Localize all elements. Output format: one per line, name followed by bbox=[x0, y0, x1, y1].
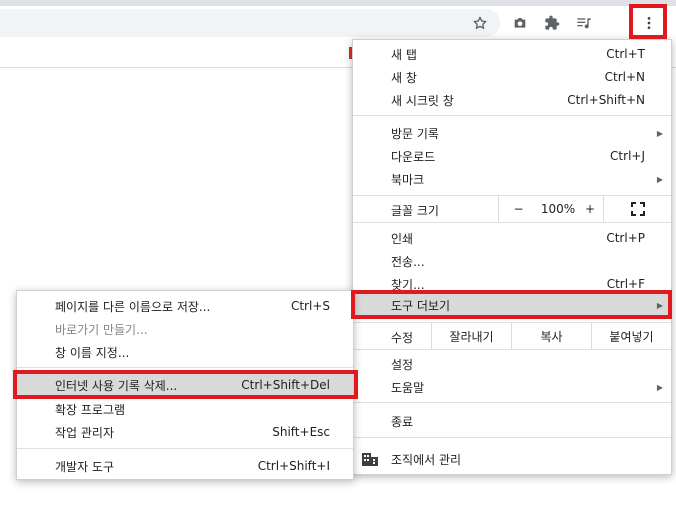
zoom-in-button[interactable]: + bbox=[578, 196, 602, 222]
menu-item-label: 새 시크릿 창 bbox=[391, 93, 454, 108]
menu-separator bbox=[353, 115, 671, 116]
menu-item-label: 페이지를 다른 이름으로 저장... bbox=[55, 299, 211, 314]
menu-item-label: 찾기... bbox=[391, 277, 425, 292]
menu-item-shortcut: Ctrl+T bbox=[606, 47, 645, 61]
menu-item-find[interactable]: 찾기... Ctrl+F bbox=[353, 273, 671, 295]
menu-item-label: 다운로드 bbox=[391, 149, 436, 164]
more-tools-submenu: 페이지를 다른 이름으로 저장... Ctrl+S 바로가기 만들기... 창 … bbox=[16, 290, 354, 480]
menu-item-label: 작업 관리자 bbox=[55, 425, 115, 440]
edit-label: 수정 bbox=[391, 331, 414, 345]
menu-item-shortcut: Shift+Esc bbox=[272, 425, 330, 439]
menu-separator bbox=[17, 448, 353, 449]
menu-item-shortcut: Ctrl+N bbox=[604, 70, 645, 84]
submenu-arrow-icon: ▶ bbox=[656, 300, 663, 310]
menu-item-bookmarks[interactable]: 북마크 ▶ bbox=[353, 168, 671, 190]
menu-item-task-manager[interactable]: 작업 관리자 Shift+Esc bbox=[17, 421, 353, 443]
menu-item-downloads[interactable]: 다운로드 Ctrl+J bbox=[353, 145, 671, 167]
menu-item-help[interactable]: 도움말 ▶ bbox=[353, 376, 671, 398]
menu-separator bbox=[353, 349, 671, 350]
menu-item-label: 확장 프로그램 bbox=[55, 402, 126, 417]
menu-item-label: 도구 더보기 bbox=[391, 298, 451, 313]
menu-item-label: 창 이름 지정... bbox=[55, 345, 130, 360]
menu-item-label: 인터넷 사용 기록 삭제... bbox=[55, 378, 178, 393]
menu-item-label: 개발자 도구 bbox=[55, 459, 115, 474]
menu-item-new-window[interactable]: 새 창 Ctrl+N bbox=[353, 66, 671, 88]
submenu-arrow-icon: ▶ bbox=[656, 128, 663, 138]
menu-item-label: 종료 bbox=[391, 414, 414, 429]
menu-item-label: 바로가기 만들기... bbox=[55, 322, 148, 337]
menu-item-clear-browsing-data[interactable]: 인터넷 사용 기록 삭제... Ctrl+Shift+Del bbox=[17, 374, 353, 396]
menu-item-label: 전송... bbox=[391, 254, 425, 269]
menu-item-new-tab[interactable]: 새 탭 Ctrl+T bbox=[353, 43, 671, 65]
menu-item-label: 북마크 bbox=[391, 172, 425, 187]
menu-item-label: 설정 bbox=[391, 357, 414, 372]
address-bar[interactable] bbox=[0, 9, 500, 37]
menu-item-cast[interactable]: 전송... bbox=[353, 250, 671, 272]
menu-item-label: 새 탭 bbox=[391, 47, 417, 62]
menu-item-shortcut: Ctrl+J bbox=[610, 149, 645, 163]
menu-item-shortcut: Ctrl+Shift+Del bbox=[241, 378, 330, 392]
menu-item-label: 인쇄 bbox=[391, 231, 414, 246]
menu-item-shortcut: Ctrl+S bbox=[290, 299, 330, 313]
chrome-main-menu: 새 탭 Ctrl+T 새 창 Ctrl+N 새 시크릿 창 Ctrl+Shift… bbox=[352, 39, 672, 475]
fullscreen-icon bbox=[630, 202, 645, 216]
menu-item-shortcut: Ctrl+F bbox=[606, 277, 645, 291]
zoom-label: 글꼴 크기 bbox=[391, 204, 439, 218]
menu-item-create-shortcut[interactable]: 바로가기 만들기... bbox=[17, 318, 353, 340]
menu-item-exit[interactable]: 종료 bbox=[353, 410, 671, 432]
menu-item-shortcut: Ctrl+Shift+I bbox=[257, 459, 330, 473]
menu-item-new-incognito[interactable]: 새 시크릿 창 Ctrl+Shift+N bbox=[353, 89, 671, 111]
zoom-level: 100% bbox=[540, 202, 576, 216]
menu-item-managed[interactable]: 조직에서 관리 bbox=[353, 448, 671, 470]
submenu-arrow-icon: ▶ bbox=[656, 174, 663, 184]
menu-item-save-page-as[interactable]: 페이지를 다른 이름으로 저장... Ctrl+S bbox=[17, 295, 353, 317]
menu-item-settings[interactable]: 설정 bbox=[353, 353, 671, 375]
menu-item-print[interactable]: 인쇄 Ctrl+P bbox=[353, 227, 671, 249]
star-icon[interactable] bbox=[470, 13, 490, 33]
menu-separator bbox=[17, 367, 353, 368]
playlist-icon[interactable] bbox=[574, 13, 594, 33]
menu-item-more-tools[interactable]: 도구 더보기 ▶ bbox=[353, 294, 671, 316]
browser-toolbar bbox=[0, 6, 676, 38]
menu-item-label: 방문 기록 bbox=[391, 126, 439, 141]
menu-item-label: 조직에서 관리 bbox=[391, 452, 462, 467]
puzzle-icon[interactable] bbox=[542, 13, 562, 33]
menu-item-extensions[interactable]: 확장 프로그램 bbox=[17, 398, 353, 420]
menu-separator bbox=[353, 402, 671, 403]
fullscreen-button[interactable] bbox=[603, 196, 671, 222]
paste-button[interactable]: 붙여넣기 bbox=[591, 323, 671, 349]
menu-separator bbox=[353, 222, 671, 223]
menu-item-history[interactable]: 방문 기록 ▶ bbox=[353, 122, 671, 144]
kebab-icon[interactable] bbox=[639, 13, 659, 33]
menu-item-shortcut: Ctrl+P bbox=[606, 231, 645, 245]
zoom-row: 글꼴 크기 − 100% + bbox=[353, 196, 671, 222]
camera-icon[interactable] bbox=[510, 13, 530, 33]
menu-item-developer-tools[interactable]: 개발자 도구 Ctrl+Shift+I bbox=[17, 455, 353, 477]
submenu-arrow-icon: ▶ bbox=[656, 382, 663, 392]
menu-item-label: 새 창 bbox=[391, 70, 417, 85]
cut-button[interactable]: 잘라내기 bbox=[431, 323, 511, 349]
menu-item-shortcut: Ctrl+Shift+N bbox=[567, 93, 645, 107]
building-icon bbox=[362, 452, 378, 469]
menu-item-label: 도움말 bbox=[391, 380, 425, 395]
menu-separator bbox=[353, 437, 671, 438]
edit-row: 수정 잘라내기 복사 붙여넣기 bbox=[353, 323, 671, 349]
zoom-out-button[interactable]: − bbox=[498, 196, 538, 222]
copy-button[interactable]: 복사 bbox=[511, 323, 591, 349]
menu-item-name-window[interactable]: 창 이름 지정... bbox=[17, 341, 353, 363]
